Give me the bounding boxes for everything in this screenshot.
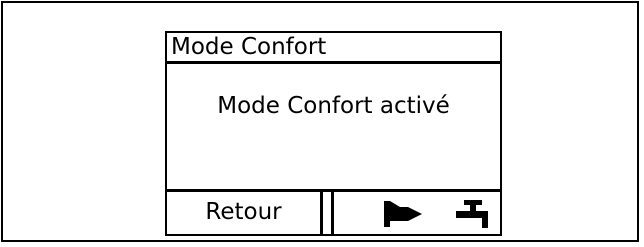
screen-title: Mode Confort bbox=[171, 34, 327, 60]
outer-frame: Mode Confort Mode Confort activé Retour bbox=[1, 1, 639, 242]
softkey-bar: Retour bbox=[167, 189, 500, 234]
right-softkey[interactable] bbox=[331, 192, 500, 234]
status-message: Mode Confort activé bbox=[217, 93, 450, 119]
title-bar: Mode Confort bbox=[167, 33, 500, 64]
hot-water-tap-icon bbox=[456, 200, 488, 228]
burner-flame-icon bbox=[384, 201, 422, 227]
back-button[interactable]: Retour bbox=[167, 192, 323, 234]
device-display: Mode Confort Mode Confort activé Retour bbox=[165, 31, 502, 236]
